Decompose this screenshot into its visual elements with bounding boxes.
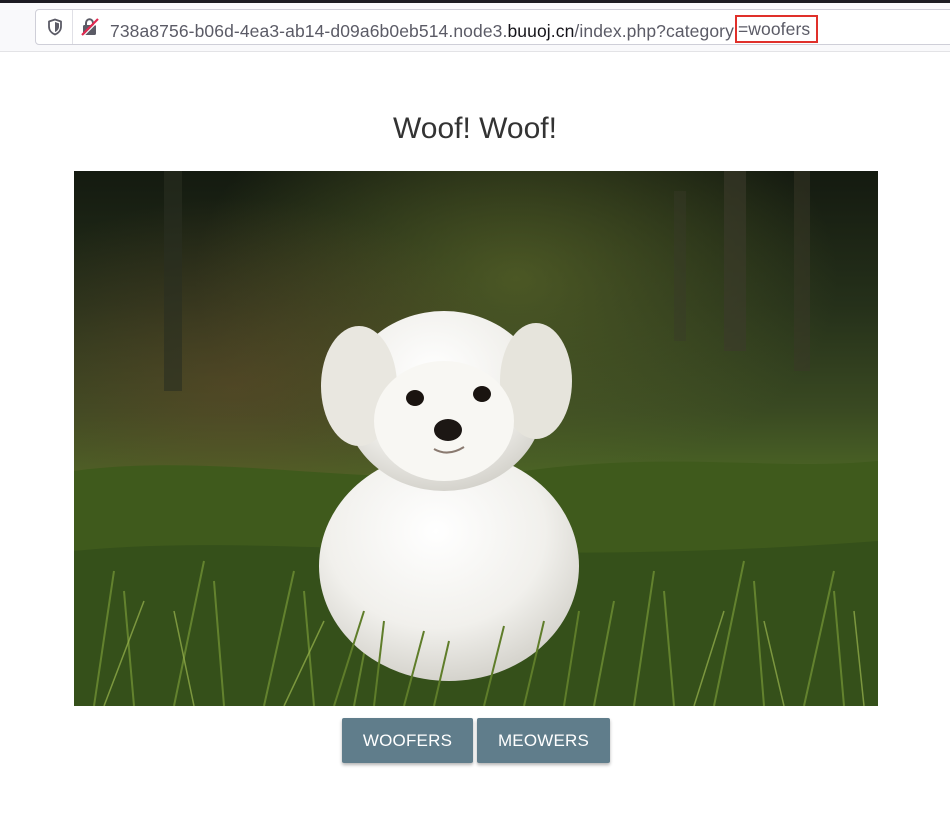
url-subdomain: 738a8756-b06d-4ea3-ab14-d09a6b0eb514.nod… bbox=[110, 21, 508, 41]
white-puppy-in-grass-image bbox=[74, 171, 878, 706]
shield-icon[interactable] bbox=[46, 18, 64, 36]
address-bar[interactable]: 738a8756-b06d-4ea3-ab14-d09a6b0eb514.nod… bbox=[35, 9, 950, 45]
woofers-button[interactable]: WOOFERS bbox=[342, 718, 473, 763]
insecure-lock-icon[interactable] bbox=[80, 17, 100, 37]
url-text[interactable]: 738a8756-b06d-4ea3-ab14-d09a6b0eb514.nod… bbox=[110, 15, 819, 43]
url-path: /index.php?category bbox=[574, 21, 734, 41]
hero-image bbox=[74, 171, 878, 706]
address-bar-separator bbox=[72, 10, 73, 44]
browser-toolbar: 738a8756-b06d-4ea3-ab14-d09a6b0eb514.nod… bbox=[0, 0, 950, 52]
window-top-strip bbox=[0, 0, 950, 3]
url-highlighted-param: =woofers bbox=[734, 15, 819, 43]
url-domain: buuoj.cn bbox=[507, 21, 575, 41]
meowers-button[interactable]: MEOWERS bbox=[477, 718, 610, 763]
page-title: Woof! Woof! bbox=[393, 112, 557, 145]
